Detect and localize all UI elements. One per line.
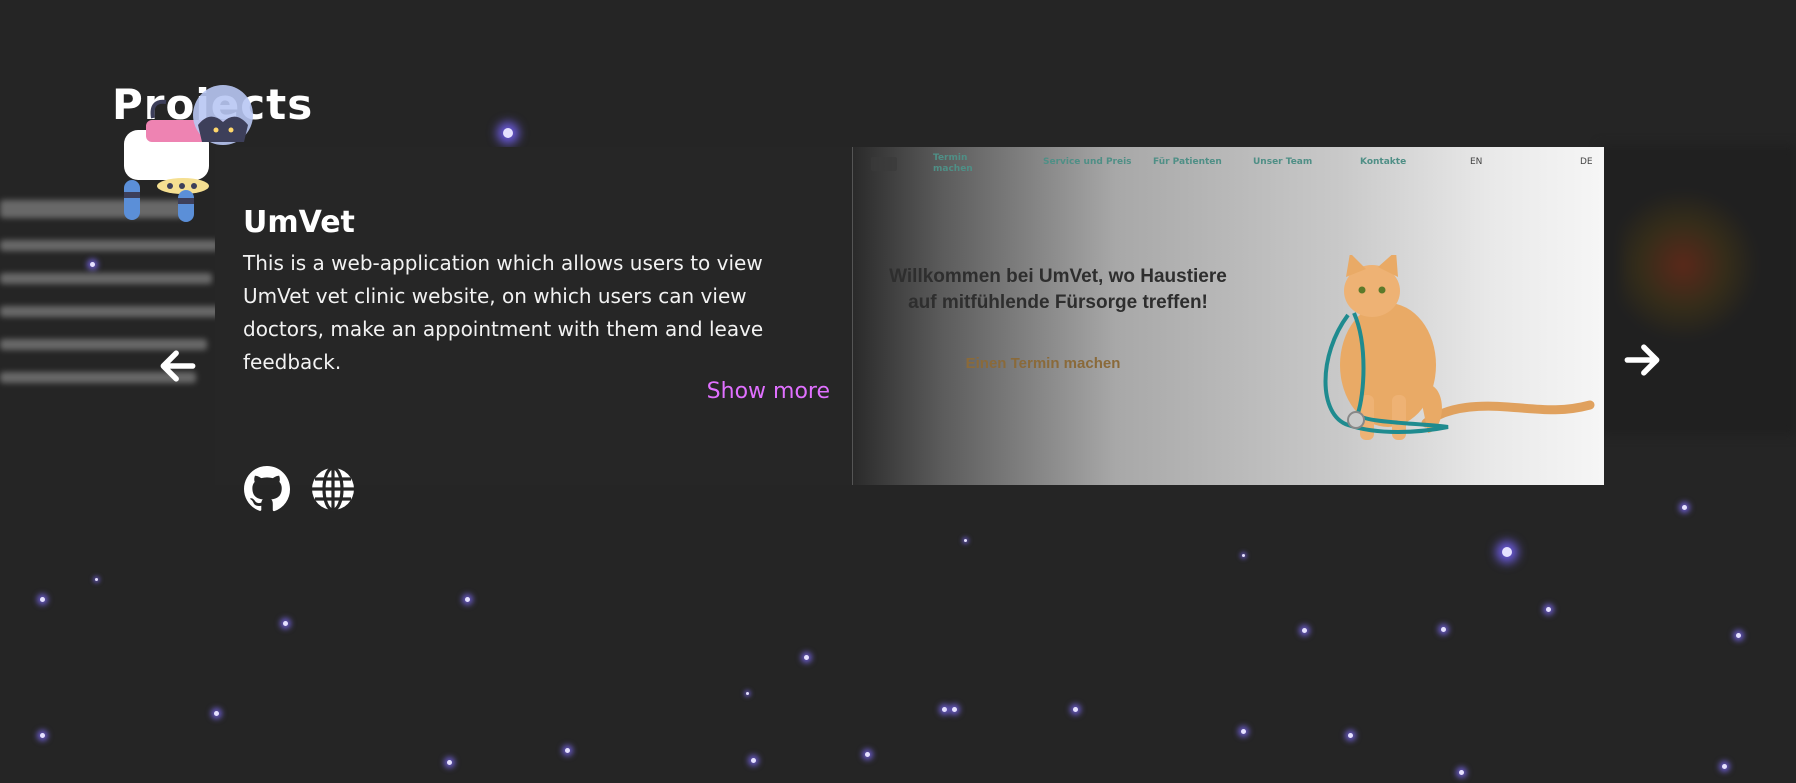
star bbox=[465, 597, 470, 602]
star bbox=[214, 711, 219, 716]
github-icon[interactable] bbox=[243, 465, 291, 513]
star bbox=[1722, 764, 1727, 769]
project-description: This is a web-application which allows u… bbox=[243, 251, 764, 374]
project-screenshot: Termin machen Service und Preis Für Pati… bbox=[852, 147, 1604, 485]
project-links bbox=[243, 465, 357, 513]
screenshot-nav-item: Für Patienten bbox=[1153, 157, 1222, 167]
arrow-right-icon[interactable] bbox=[1620, 338, 1664, 382]
star bbox=[565, 748, 570, 753]
star bbox=[283, 621, 288, 626]
star bbox=[942, 707, 947, 712]
star bbox=[95, 578, 98, 581]
screenshot-nav-item: Kontakte bbox=[1360, 157, 1407, 167]
screenshot-cta: Einen Termin machen bbox=[965, 355, 1121, 372]
star bbox=[1459, 770, 1464, 775]
star bbox=[865, 752, 870, 757]
star bbox=[40, 597, 45, 602]
star bbox=[1348, 733, 1353, 738]
star bbox=[1073, 707, 1078, 712]
screenshot-heading: Willkommen bei UmVet, wo Haustiere auf m… bbox=[889, 266, 1227, 313]
next-card-blurred bbox=[1600, 145, 1796, 435]
star bbox=[952, 707, 957, 712]
screenshot-lang-de: DE bbox=[1580, 157, 1593, 167]
show-more-link[interactable]: Show more bbox=[707, 379, 830, 404]
project-info-panel: UmVet This is a web-application which al… bbox=[215, 147, 852, 512]
star bbox=[751, 758, 756, 763]
screenshot-nav-item: Termin machen bbox=[933, 153, 973, 174]
screenshot-nav: Termin machen Service und Preis Für Pati… bbox=[853, 153, 1604, 183]
project-title: UmVet bbox=[243, 205, 355, 240]
star bbox=[40, 733, 45, 738]
star bbox=[964, 539, 967, 542]
project-card: UmVet This is a web-application which al… bbox=[215, 147, 1604, 512]
star bbox=[1302, 628, 1307, 633]
screenshot-lang-en: EN bbox=[1470, 157, 1483, 167]
cat-with-stethoscope-image bbox=[1323, 255, 1595, 440]
star bbox=[804, 655, 809, 660]
projects-page: Projects UmVet This is a web-application… bbox=[0, 0, 1796, 783]
star bbox=[1241, 729, 1246, 734]
star bbox=[1682, 505, 1687, 510]
star bbox=[1546, 607, 1551, 612]
star bbox=[447, 760, 452, 765]
star bbox=[746, 692, 749, 695]
star bbox=[1242, 554, 1245, 557]
screenshot-nav-item: Service und Preis bbox=[1043, 157, 1132, 167]
globe-icon[interactable] bbox=[309, 465, 357, 513]
star bbox=[1502, 547, 1512, 557]
arrow-left-icon[interactable] bbox=[156, 344, 200, 388]
star bbox=[1441, 627, 1446, 632]
star bbox=[503, 128, 513, 138]
star bbox=[1736, 633, 1741, 638]
screenshot-nav-item: Unser Team bbox=[1253, 157, 1313, 167]
